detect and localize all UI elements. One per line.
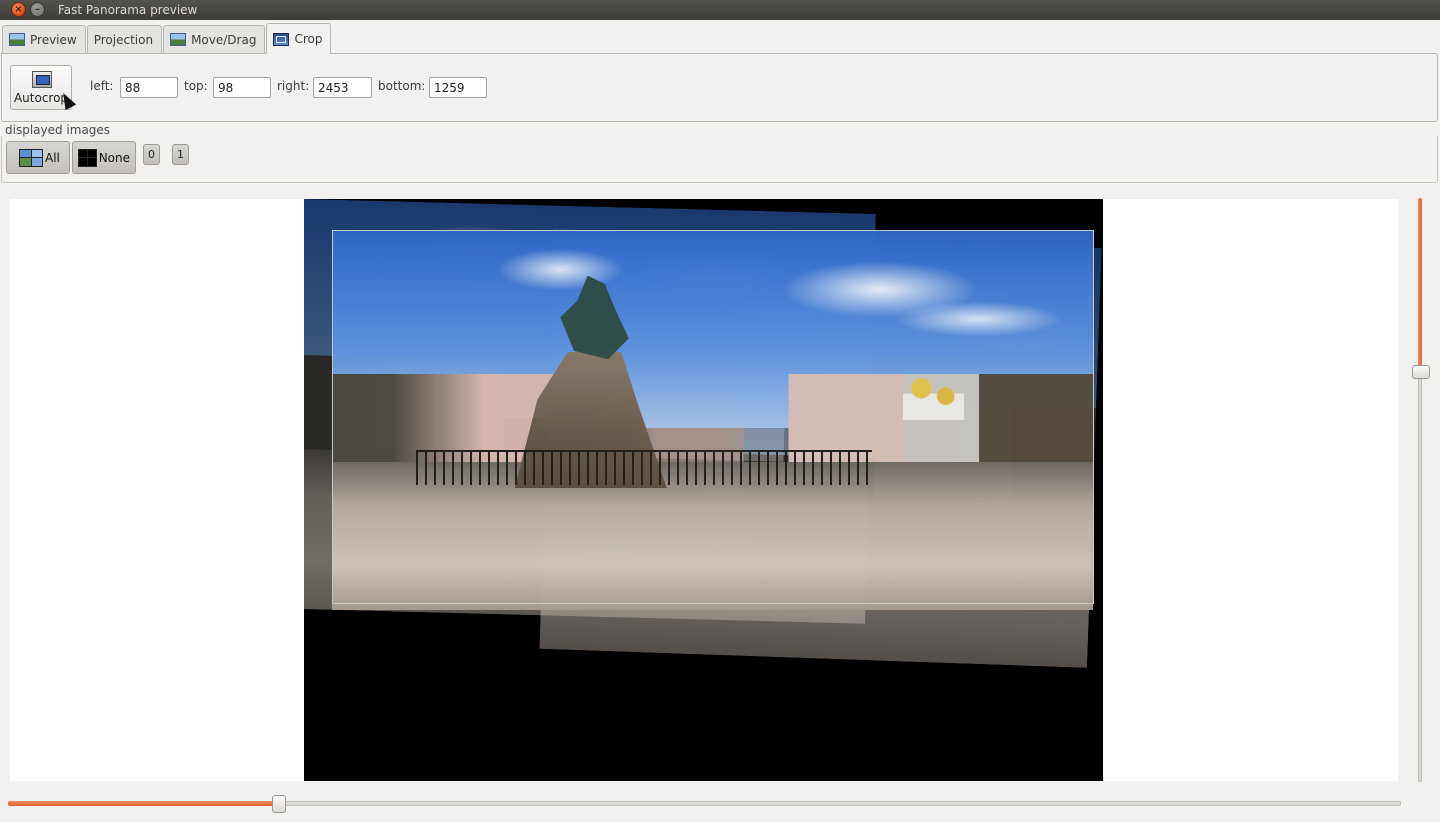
preview-icon: [9, 33, 25, 46]
tab-move-drag[interactable]: Move/Drag: [163, 25, 266, 53]
show-none-label: None: [98, 150, 130, 165]
right-label: right:: [277, 79, 310, 93]
tab-move-drag-label: Move/Drag: [191, 32, 257, 47]
bottom-label: bottom:: [378, 79, 426, 93]
tab-preview[interactable]: Preview: [2, 25, 86, 53]
right-field[interactable]: [313, 77, 372, 98]
move-drag-icon: [170, 33, 187, 46]
show-all-label: All: [45, 150, 60, 165]
left-field[interactable]: [120, 77, 178, 98]
tab-projection-label: Projection: [93, 32, 154, 47]
image-toggle-1[interactable]: 1: [172, 144, 189, 165]
panorama-canvas[interactable]: [304, 199, 1103, 781]
crop-rectangle[interactable]: [332, 230, 1094, 604]
bottom-field[interactable]: [429, 77, 487, 98]
tab-crop[interactable]: Crop: [266, 23, 332, 54]
image-toggle-0[interactable]: 0: [143, 144, 160, 165]
close-icon: ×: [14, 4, 23, 15]
tab-bar: Preview Projection Move/Drag Crop: [2, 23, 332, 54]
displayed-images-panel: [1, 136, 1438, 183]
minimize-icon: –: [35, 4, 40, 15]
minimize-window-button[interactable]: –: [30, 2, 45, 17]
vertical-slider-handle[interactable]: [1412, 365, 1430, 379]
title-bar: × – Fast Panorama preview: [0, 0, 1440, 20]
tab-crop-label: Crop: [294, 32, 323, 46]
horizontal-slider-fill: [8, 801, 280, 806]
show-all-button[interactable]: All: [6, 141, 70, 174]
autocrop-icon: [32, 71, 52, 88]
panorama-preview-area[interactable]: [10, 199, 1398, 781]
tab-preview-label: Preview: [30, 32, 77, 47]
top-field[interactable]: [213, 77, 271, 98]
window-title: Fast Panorama preview: [58, 3, 198, 17]
close-window-button[interactable]: ×: [11, 2, 26, 17]
tab-projection[interactable]: Projection: [86, 25, 163, 53]
top-label: top:: [184, 79, 208, 93]
left-label: left:: [90, 79, 114, 93]
no-images-icon: [78, 148, 97, 167]
horizontal-slider-handle[interactable]: [272, 795, 286, 813]
displayed-images-title: displayed images: [5, 123, 113, 137]
crop-icon: [273, 32, 290, 46]
vertical-slider-fill: [1418, 198, 1422, 372]
show-none-button[interactable]: None: [72, 141, 136, 174]
all-images-icon: [19, 148, 43, 167]
